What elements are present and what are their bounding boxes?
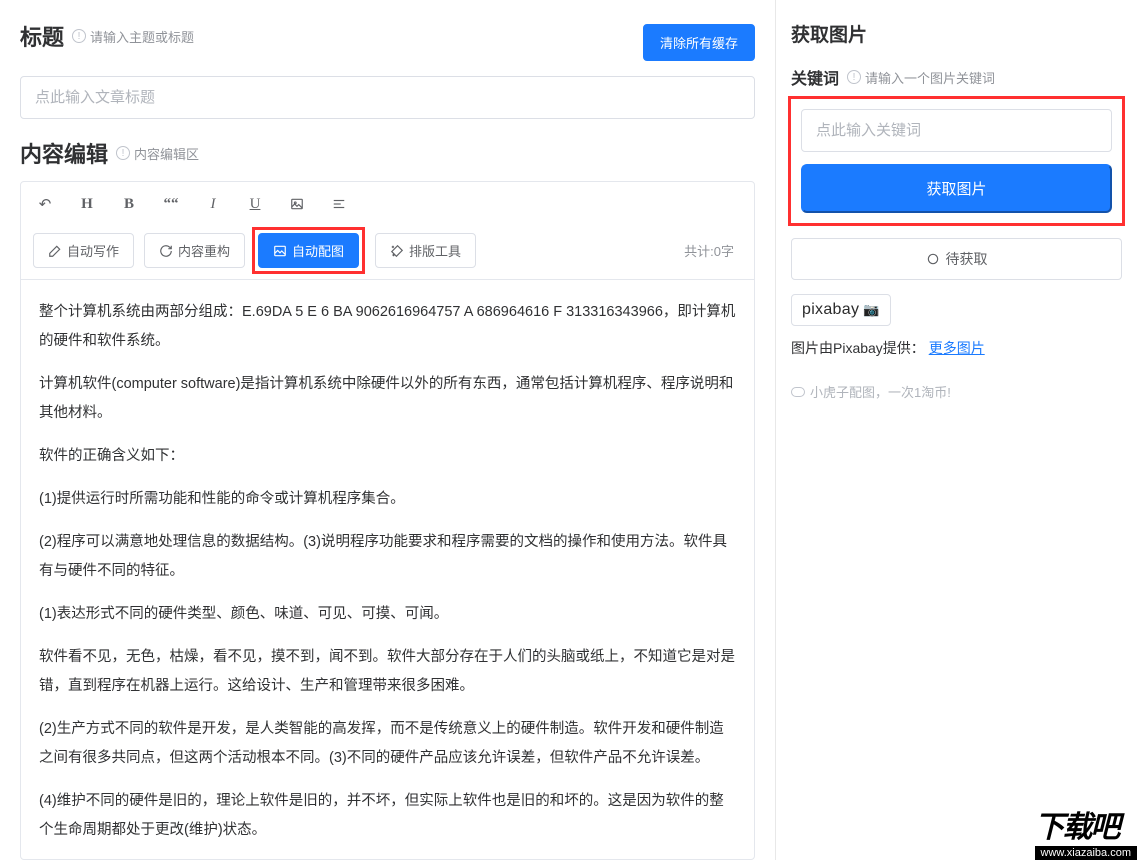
layout-tool-button[interactable]: 排版工具 xyxy=(375,233,476,268)
cloud-icon xyxy=(791,387,805,397)
picture-icon xyxy=(273,244,287,258)
underline-icon[interactable]: U xyxy=(243,192,267,216)
info-icon: ! xyxy=(116,146,130,160)
content-section-label: 内容编辑 xyxy=(20,137,108,169)
content-paragraph: (4)维护不同的硬件是旧的，理论上软件是旧的，并不坏，但实际上软件也是旧的和坏的… xyxy=(39,787,736,845)
wand-icon xyxy=(390,244,404,258)
refresh-icon xyxy=(159,244,173,258)
auto-image-highlight: 自动配图 xyxy=(252,227,365,274)
info-icon: ! xyxy=(72,29,86,43)
heading-icon[interactable]: H xyxy=(75,192,99,216)
more-images-link[interactable]: 更多图片 xyxy=(929,340,985,356)
undo-icon[interactable]: ↶ xyxy=(33,192,57,216)
pixabay-badge: pixabay 📷 xyxy=(791,294,891,326)
quote-icon[interactable]: ““ xyxy=(159,192,183,216)
keyword-hint: ! 请输入一个图片关键词 xyxy=(847,68,995,87)
camera-icon: 📷 xyxy=(859,302,879,317)
watermark: 下载吧 www.xiazaiba.com xyxy=(1035,802,1137,860)
keyword-label: 关键词 xyxy=(791,65,839,89)
auto-image-button[interactable]: 自动配图 xyxy=(258,233,359,268)
content-paragraph: 整个计算机系统由两部分组成：E.69DA 5 E 6 BA 9062616964… xyxy=(39,298,736,356)
clear-cache-button[interactable]: 清除所有缓存 xyxy=(643,24,755,61)
italic-icon[interactable]: I xyxy=(201,192,225,216)
word-count: 共计:0字 xyxy=(684,241,742,260)
title-header-row: 标题 ! 请输入主题或标题 清除所有缓存 xyxy=(20,20,755,64)
align-left-icon[interactable] xyxy=(327,192,351,216)
title-section-hint: ! 请输入主题或标题 xyxy=(72,27,194,46)
sidebar-title: 获取图片 xyxy=(791,20,1122,47)
content-paragraph: (1)提供运行时所需功能和性能的命令或计算机程序集合。 xyxy=(39,485,736,514)
restructure-button[interactable]: 内容重构 xyxy=(144,233,245,268)
info-icon: ! xyxy=(847,70,861,84)
content-section-hint: ! 内容编辑区 xyxy=(116,144,199,163)
article-title-input[interactable] xyxy=(20,76,755,119)
editor-content[interactable]: 整个计算机系统由两部分组成：E.69DA 5 E 6 BA 9062616964… xyxy=(21,280,754,859)
content-paragraph: 计算机软件(computer software)是指计算机系统中除硬件以外的所有… xyxy=(39,370,736,428)
keyword-highlight-panel: 获取图片 xyxy=(788,96,1125,226)
pen-icon xyxy=(48,244,62,258)
content-paragraph: (2)生产方式不同的软件是开发，是人类智能的高发挥，而不是传统意义上的硬件制造。… xyxy=(39,715,736,773)
title-section-label: 标题 xyxy=(20,20,64,52)
editor-wrapper: ↶ H B ““ I U 自动写作 内 xyxy=(20,181,755,860)
circle-icon xyxy=(926,252,940,266)
fetch-image-button[interactable]: 获取图片 xyxy=(801,164,1112,213)
tao-credit-line: 小虎子配图，一次1淘币! xyxy=(791,382,1122,401)
auto-write-button[interactable]: 自动写作 xyxy=(33,233,134,268)
content-paragraph: (1)表达形式不同的硬件类型、颜色、味道、可见、可摸、可闻。 xyxy=(39,600,736,629)
fetch-status: 待获取 xyxy=(791,238,1122,280)
content-paragraph: 软件看不见，无色，枯燥，看不见，摸不到，闻不到。软件大部分存在于人们的头脑或纸上… xyxy=(39,643,736,701)
content-paragraph: 软件的正确含义如下： xyxy=(39,442,736,471)
image-credit: 图片由Pixabay提供： 更多图片 xyxy=(791,338,1122,358)
keyword-input[interactable] xyxy=(801,109,1112,152)
image-icon[interactable] xyxy=(285,192,309,216)
content-paragraph: (2)程序可以满意地处理信息的数据结构。(3)说明程序功能要求和程序需要的文档的… xyxy=(39,528,736,586)
bold-icon[interactable]: B xyxy=(117,192,141,216)
content-header-row: 内容编辑 ! 内容编辑区 xyxy=(20,137,755,169)
editor-toolbar: ↶ H B ““ I U 自动写作 内 xyxy=(21,182,754,280)
